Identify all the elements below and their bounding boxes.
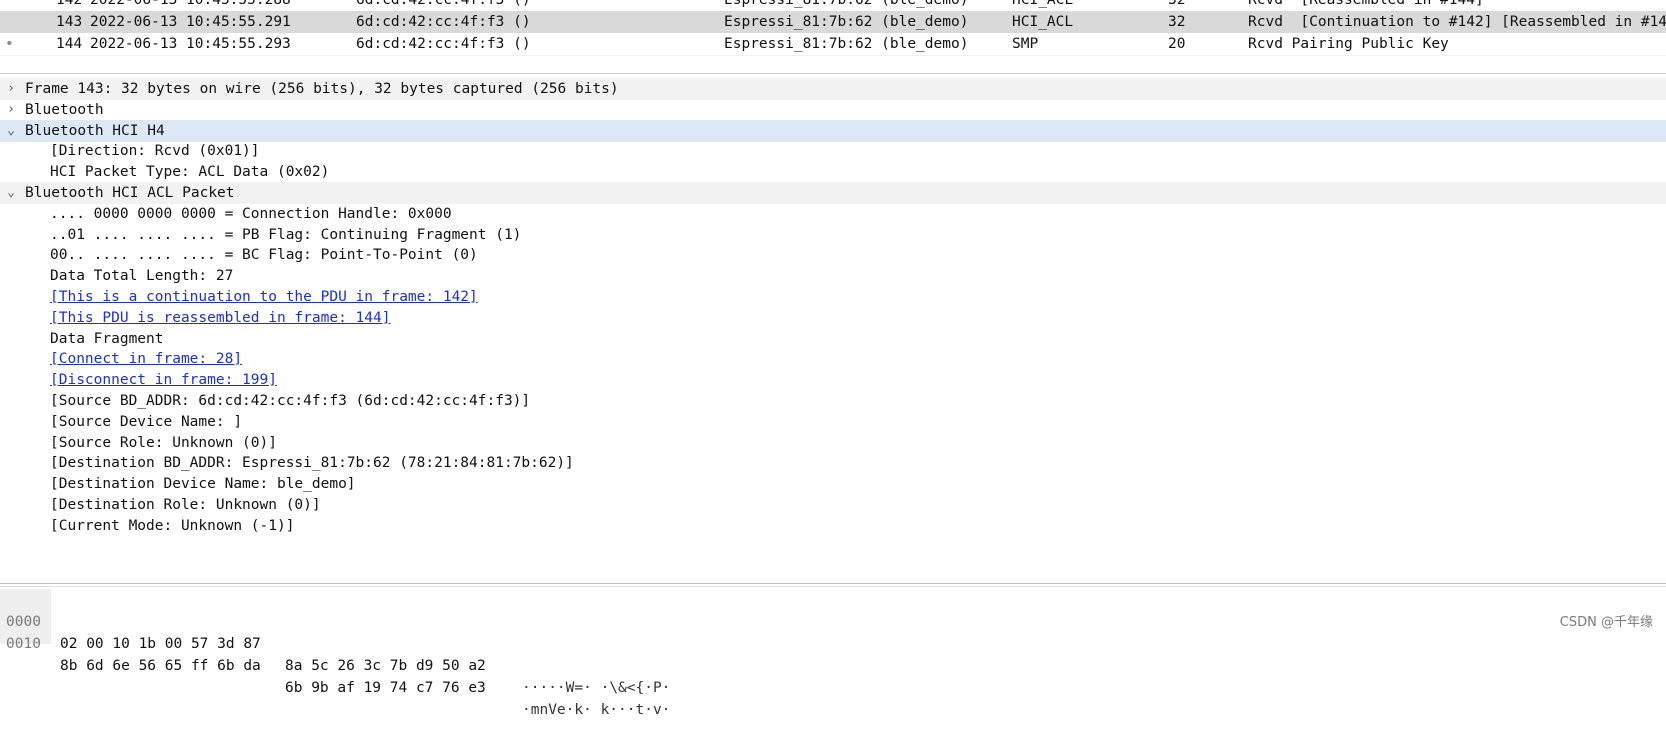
packet-info: Rcvd [Continuation to #142] [Reassembled… — [1248, 14, 1666, 30]
tree-label: [Source BD_ADDR: 6d:cd:42:cc:4f:f3 (6d:c… — [50, 393, 531, 409]
packet-protocol: HCI_ACL — [1012, 0, 1074, 8]
pane-divider-shadow — [0, 586, 1666, 587]
tree-field[interactable]: [Destination BD_ADDR: Espressi_81:7b:62 … — [0, 452, 1666, 474]
tree-label: 00.. .... .... .... = BC Flag: Point-To-… — [50, 247, 478, 264]
tree-label: Frame 143: 32 bytes on wire (256 bits), … — [25, 81, 619, 97]
tree-field[interactable]: [Current Mode: Unknown (-1)] — [0, 515, 1666, 537]
tree-label: ..01 .... .... .... = PB Flag: Continuin… — [50, 226, 522, 243]
frame-link[interactable]: [Disconnect in frame: 199] — [50, 369, 277, 391]
hex-bytes-group2[interactable]: 6b 9b af 19 74 c7 76 e3 — [285, 677, 486, 699]
packet-time: 2022-06-13 10:45:55.293 — [90, 36, 291, 52]
hex-bytes-group2[interactable]: 8a 5c 26 3c 7b d9 50 a2 — [285, 655, 486, 677]
collapsed-chevron-icon[interactable]: › — [4, 78, 18, 100]
packet-destination: Espressi_81:7b:62 (ble_demo) — [724, 14, 969, 30]
tree-node[interactable]: › Bluetooth — [0, 99, 1666, 121]
hex-bytes-group1[interactable]: 8b 6d 6e 56 65 ff 6b da — [60, 655, 261, 677]
tree-label: [Current Mode: Unknown (-1)] — [50, 517, 295, 534]
hex-ascii[interactable]: ·····W=· ·\&<{·P· — [522, 677, 670, 699]
tree-label: Bluetooth — [25, 101, 104, 118]
packet-destination: Espressi_81:7b:62 (ble_demo) — [724, 0, 969, 8]
frame-link[interactable]: [This PDU is reassembled in frame: 144] — [50, 307, 390, 329]
packet-time: 2022-06-13 10:45:55.288 — [90, 0, 291, 8]
packet-source: 6d:cd:42:cc:4f:f3 () — [356, 36, 531, 52]
tree-label: Data Total Length: 27 — [50, 268, 234, 285]
watermark: CSDN @千年缘 — [1559, 615, 1653, 630]
expanded-chevron-icon[interactable]: ⌄ — [4, 182, 18, 204]
tree-node[interactable]: ⌄ Bluetooth HCI ACL Packet — [0, 182, 1666, 204]
packet-marker: • — [5, 36, 14, 52]
tree-link-item[interactable]: [Connect in frame: 28] — [0, 348, 1666, 370]
tree-label: [Direction: Rcvd (0x01)] — [50, 143, 260, 160]
tree-field[interactable]: [Source Role: Unknown (0)] — [0, 432, 1666, 454]
tree-field[interactable]: [Direction: Rcvd (0x01)] — [0, 140, 1666, 162]
packet-row-144[interactable]: • 144 2022-06-13 10:45:55.293 6d:cd:42:c… — [0, 33, 1666, 55]
horizontal-scrollbar[interactable] — [0, 55, 1666, 56]
tree-field[interactable]: [Source Device Name: ] — [0, 411, 1666, 433]
packet-destination: Espressi_81:7b:62 (ble_demo) — [724, 36, 969, 52]
tree-field[interactable]: .... 0000 0000 0000 = Connection Handle:… — [0, 203, 1666, 225]
tree-link-item[interactable]: [This PDU is reassembled in frame: 144] — [0, 307, 1666, 329]
packet-source: 6d:cd:42:cc:4f:f3 () — [356, 14, 531, 30]
packet-list: 142 2022-06-13 10:45:55.288 6d:cd:42:cc:… — [0, 0, 1666, 56]
tree-node[interactable]: ⌄ Bluetooth HCI H4 — [0, 119, 1666, 142]
hex-row: 0010 8b 6d 6e 56 65 ff 6b da 6b 9b af 19… — [0, 611, 1666, 718]
tree-label: [Destination BD_ADDR: Espressi_81:7b:62 … — [50, 455, 574, 472]
packet-number: 142 — [56, 0, 83, 8]
tree-field[interactable]: Data Total Length: 27 — [0, 265, 1666, 287]
tree-field[interactable]: Data Fragment — [0, 328, 1666, 350]
packet-info: Rcvd Pairing Public Key — [1248, 36, 1449, 52]
tree-field[interactable]: HCI Packet Type: ACL Data (0x02) — [0, 161, 1666, 183]
tree-label: HCI Packet Type: ACL Data (0x02) — [50, 164, 330, 181]
pane-divider[interactable] — [0, 583, 1666, 584]
packet-bytes-pane: 0000 02 00 10 1b 00 57 3d 87 8a 5c 26 3c… — [0, 589, 1666, 718]
tree-label: [Source Role: Unknown (0)] — [50, 434, 277, 451]
tree-label: [Destination Device Name: ble_demo] — [50, 476, 356, 493]
tree-link-item[interactable]: [Disconnect in frame: 199] — [0, 369, 1666, 391]
tree-node[interactable]: › Frame 143: 32 bytes on wire (256 bits),… — [0, 78, 1666, 100]
expanded-chevron-icon[interactable]: ⌄ — [4, 120, 18, 142]
packet-number: 144 — [56, 36, 83, 52]
packet-protocol: HCI_ACL — [1012, 14, 1074, 30]
packet-details-tree: › Frame 143: 32 bytes on wire (256 bits),… — [0, 78, 1666, 578]
frame-link[interactable]: [Connect in frame: 28] — [50, 348, 242, 370]
tree-label: [Destination Role: Unknown (0)] — [50, 497, 321, 513]
tree-field[interactable]: ..01 .... .... .... = PB Flag: Continuin… — [0, 224, 1666, 246]
hex-bytes-group1[interactable]: 02 00 10 1b 00 57 3d 87 — [60, 633, 261, 655]
tree-label: Bluetooth HCI ACL Packet — [25, 185, 235, 201]
packet-number: 143 — [56, 14, 83, 30]
tree-field[interactable]: 00.. .... .... .... = BC Flag: Point-To-… — [0, 244, 1666, 266]
packet-length: 32 — [1168, 0, 1186, 8]
packet-time: 2022-06-13 10:45:55.291 — [90, 14, 291, 30]
tree-label: Data Fragment — [50, 330, 164, 347]
packet-row-143[interactable]: 143 2022-06-13 10:45:55.291 6d:cd:42:cc:… — [0, 11, 1666, 33]
tree-link-item[interactable]: [This is a continuation to the PDU in fr… — [0, 286, 1666, 308]
tree-field[interactable]: [Source BD_ADDR: 6d:cd:42:cc:4f:f3 (6d:c… — [0, 390, 1666, 412]
packet-protocol: SMP — [1012, 36, 1039, 52]
frame-link[interactable]: [This is a continuation to the PDU in fr… — [50, 286, 478, 308]
tree-field[interactable]: [Destination Role: Unknown (0)] — [0, 494, 1666, 516]
hex-offset: 0010 — [6, 636, 41, 652]
collapsed-chevron-icon[interactable]: › — [4, 99, 18, 121]
hex-row: 0000 02 00 10 1b 00 57 3d 87 8a 5c 26 3c… — [0, 589, 1666, 696]
packet-info: Rcvd [Reassembled in #144] — [1248, 0, 1484, 8]
pane-divider[interactable] — [0, 73, 1666, 74]
tree-field[interactable]: [Destination Device Name: ble_demo] — [0, 473, 1666, 495]
tree-label: .... 0000 0000 0000 = Connection Handle:… — [50, 205, 452, 222]
hex-ascii[interactable]: ·mnVe·k· k···t·v· — [522, 699, 670, 721]
packet-length: 20 — [1168, 36, 1186, 52]
packet-source: 6d:cd:42:cc:4f:f3 () — [356, 0, 531, 8]
tree-label: [Source Device Name: ] — [50, 413, 243, 430]
tree-label: Bluetooth HCI H4 — [25, 122, 165, 139]
packet-length: 32 — [1168, 14, 1186, 30]
packet-row-142[interactable]: 142 2022-06-13 10:45:55.288 6d:cd:42:cc:… — [0, 0, 1666, 11]
